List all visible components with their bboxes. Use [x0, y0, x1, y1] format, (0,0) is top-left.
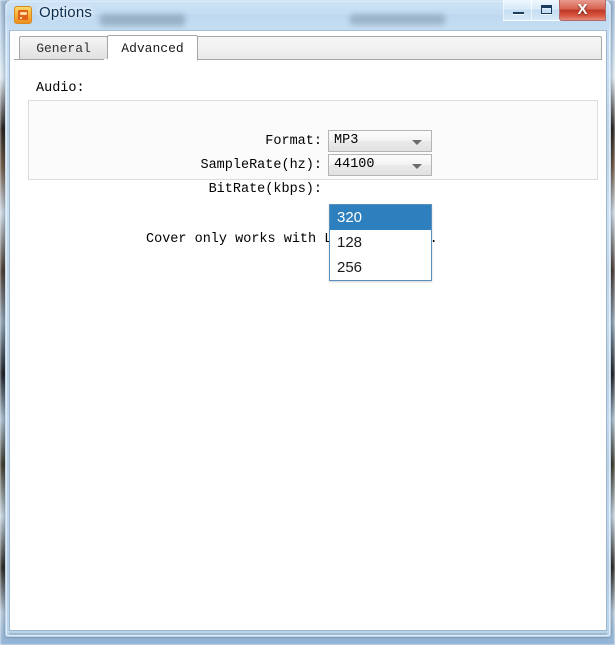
format-label: Format: — [265, 134, 322, 149]
window-bottom-edge — [9, 633, 607, 635]
minimize-button[interactable] — [503, 0, 532, 21]
window-title: Options — [39, 4, 93, 21]
tab-general-label: General — [36, 41, 91, 56]
options-window: Options X General Advanced Audio: Format… — [5, 0, 611, 637]
audio-section-label: Audio: — [36, 81, 85, 96]
chevron-down-icon — [412, 164, 422, 169]
maximize-button[interactable] — [531, 0, 560, 21]
tab-strip: General Advanced — [14, 35, 602, 61]
window-controls: X — [503, 0, 606, 21]
window-titlebar[interactable]: Options X — [5, 0, 611, 30]
background-blur-artifact-right — [350, 14, 445, 25]
bitrate-option-128[interactable]: 128 — [330, 230, 431, 255]
samplerate-combobox-value: 44100 — [334, 157, 375, 172]
app-icon[interactable] — [14, 6, 32, 24]
window-client-area: General Advanced Audio: Format: SampleRa… — [9, 30, 607, 631]
tab-strip-underline — [14, 59, 602, 60]
format-combobox[interactable]: MP3 — [328, 130, 432, 152]
tab-panel-advanced: Audio: Format: SampleRate(hz): BitRate(k… — [10, 60, 606, 630]
bitrate-option-256[interactable]: 256 — [330, 255, 431, 280]
app-icon-dot — [20, 16, 22, 19]
bitrate-option-320[interactable]: 320 — [330, 205, 431, 230]
tab-advanced-label: Advanced — [121, 40, 184, 56]
close-button[interactable]: X — [559, 0, 606, 21]
format-combobox-value: MP3 — [334, 133, 359, 148]
background-blur-artifact-left — [100, 14, 185, 26]
tab-active-underline-gap — [104, 59, 193, 61]
app-icon-slot — [19, 12, 27, 15]
tab-strip-filler — [198, 36, 602, 60]
minimize-icon — [513, 12, 524, 14]
tab-advanced[interactable]: Advanced — [107, 35, 198, 61]
maximize-icon — [541, 5, 552, 14]
samplerate-combobox[interactable]: 44100 — [328, 154, 432, 176]
tab-general[interactable]: General — [19, 36, 108, 60]
cover-note-head: Cover only works with L — [146, 232, 333, 247]
bitrate-label: BitRate(kbps): — [208, 182, 322, 197]
chevron-down-icon — [412, 140, 422, 145]
bitrate-dropdown-list[interactable]: 320 128 256 — [329, 204, 432, 281]
samplerate-label: SampleRate(hz): — [200, 158, 322, 173]
close-icon: X — [577, 1, 588, 18]
